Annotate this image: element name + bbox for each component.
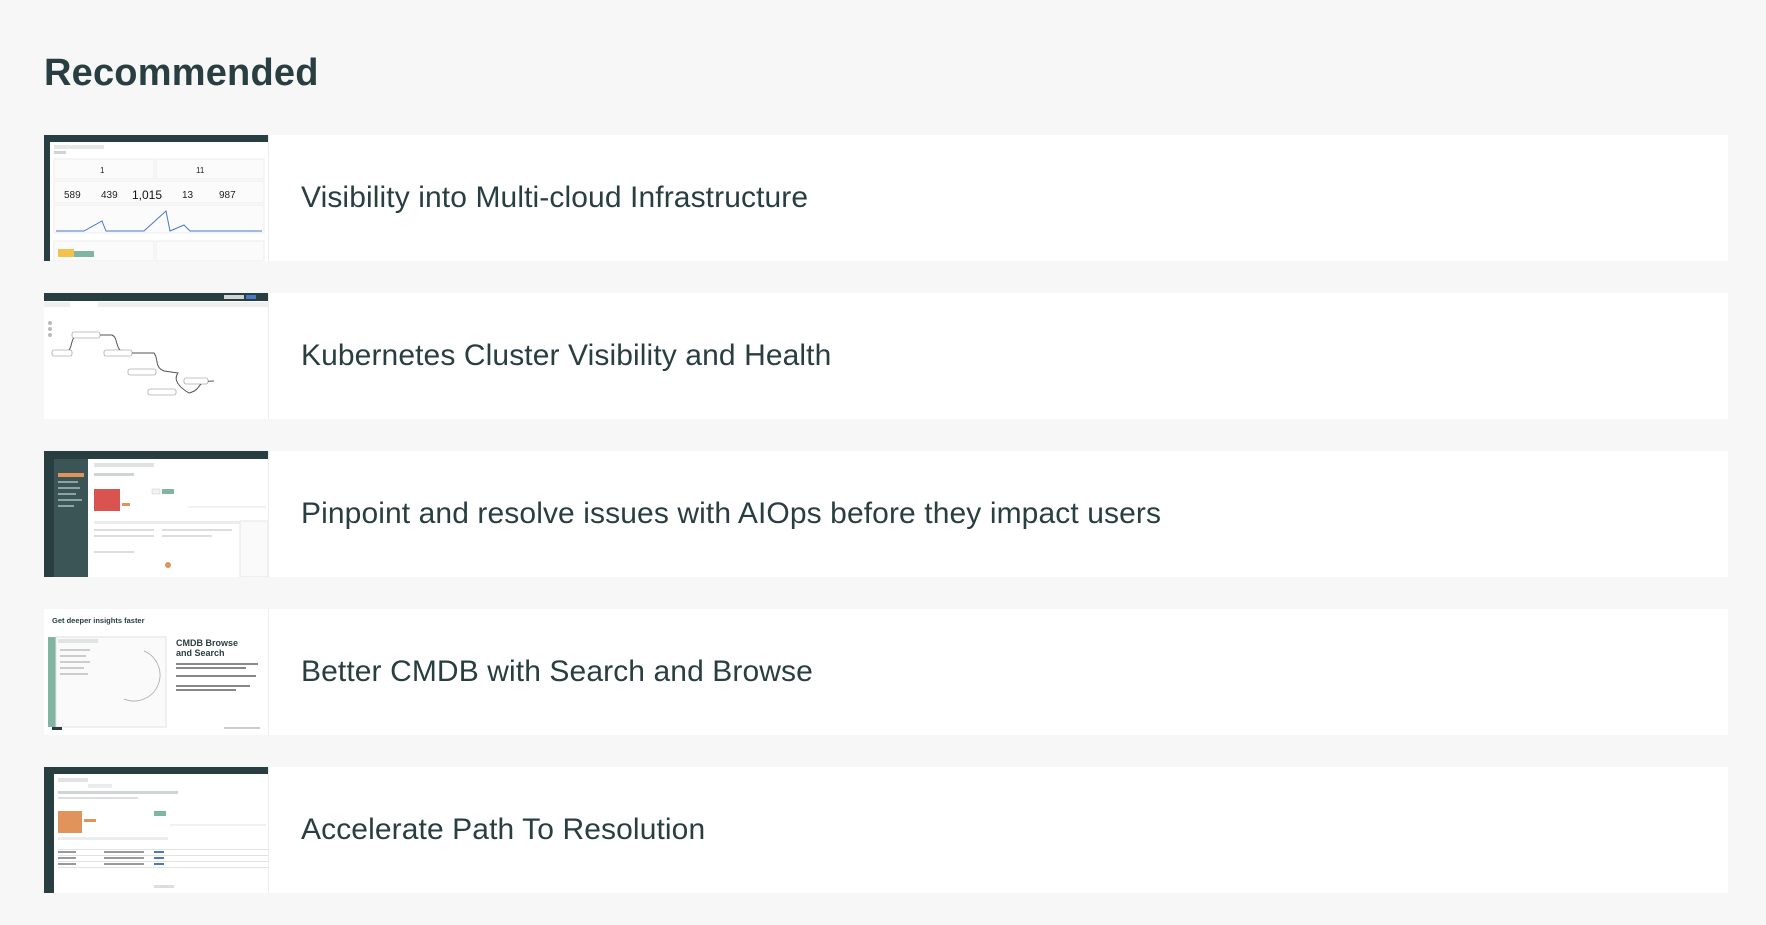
thumb-subheading: CMDB Browse — [176, 638, 238, 648]
card-thumbnail — [44, 451, 269, 577]
recommended-card-cmdb[interactable]: Get deeper insights faster CMDB Browse a… — [44, 609, 1728, 735]
card-thumbnail — [44, 293, 269, 419]
thumb-number: 439 — [101, 190, 118, 201]
recommended-card-kubernetes[interactable]: Kubernetes Cluster Visibility and Health — [44, 293, 1728, 419]
thumb-number: 589 — [64, 190, 81, 201]
card-thumbnail: 1 11 589 439 1,015 13 987 — [44, 135, 269, 261]
thumb-number: 11 — [196, 166, 205, 175]
thumb-number: 1 — [100, 166, 105, 175]
thumb-subheading: and Search — [176, 648, 225, 658]
recommended-page: Recommended 1 11 589 439 1,015 13 987 Vi… — [0, 0, 1766, 912]
thumb-heading: Get deeper insights faster — [52, 616, 145, 625]
card-thumbnail — [44, 767, 269, 893]
recommended-card-aiops[interactable]: Pinpoint and resolve issues with AIOps b… — [44, 451, 1728, 577]
card-title: Visibility into Multi-cloud Infrastructu… — [301, 181, 809, 214]
recommended-card-multicloud[interactable]: 1 11 589 439 1,015 13 987 Visibility int… — [44, 135, 1728, 261]
card-title: Kubernetes Cluster Visibility and Health — [301, 339, 832, 372]
card-title: Pinpoint and resolve issues with AIOps b… — [301, 497, 1162, 530]
recommended-list: 1 11 589 439 1,015 13 987 Visibility int… — [44, 135, 1728, 925]
card-title: Better CMDB with Search and Browse — [301, 655, 813, 688]
thumb-number: 987 — [219, 190, 236, 201]
thumb-number: 1,015 — [132, 188, 162, 202]
card-thumbnail: Get deeper insights faster CMDB Browse a… — [44, 609, 269, 735]
section-heading: Recommended — [44, 52, 319, 94]
thumb-number: 13 — [182, 190, 194, 201]
recommended-card-resolution[interactable]: Accelerate Path To Resolution — [44, 767, 1728, 893]
card-title: Accelerate Path To Resolution — [301, 813, 706, 846]
